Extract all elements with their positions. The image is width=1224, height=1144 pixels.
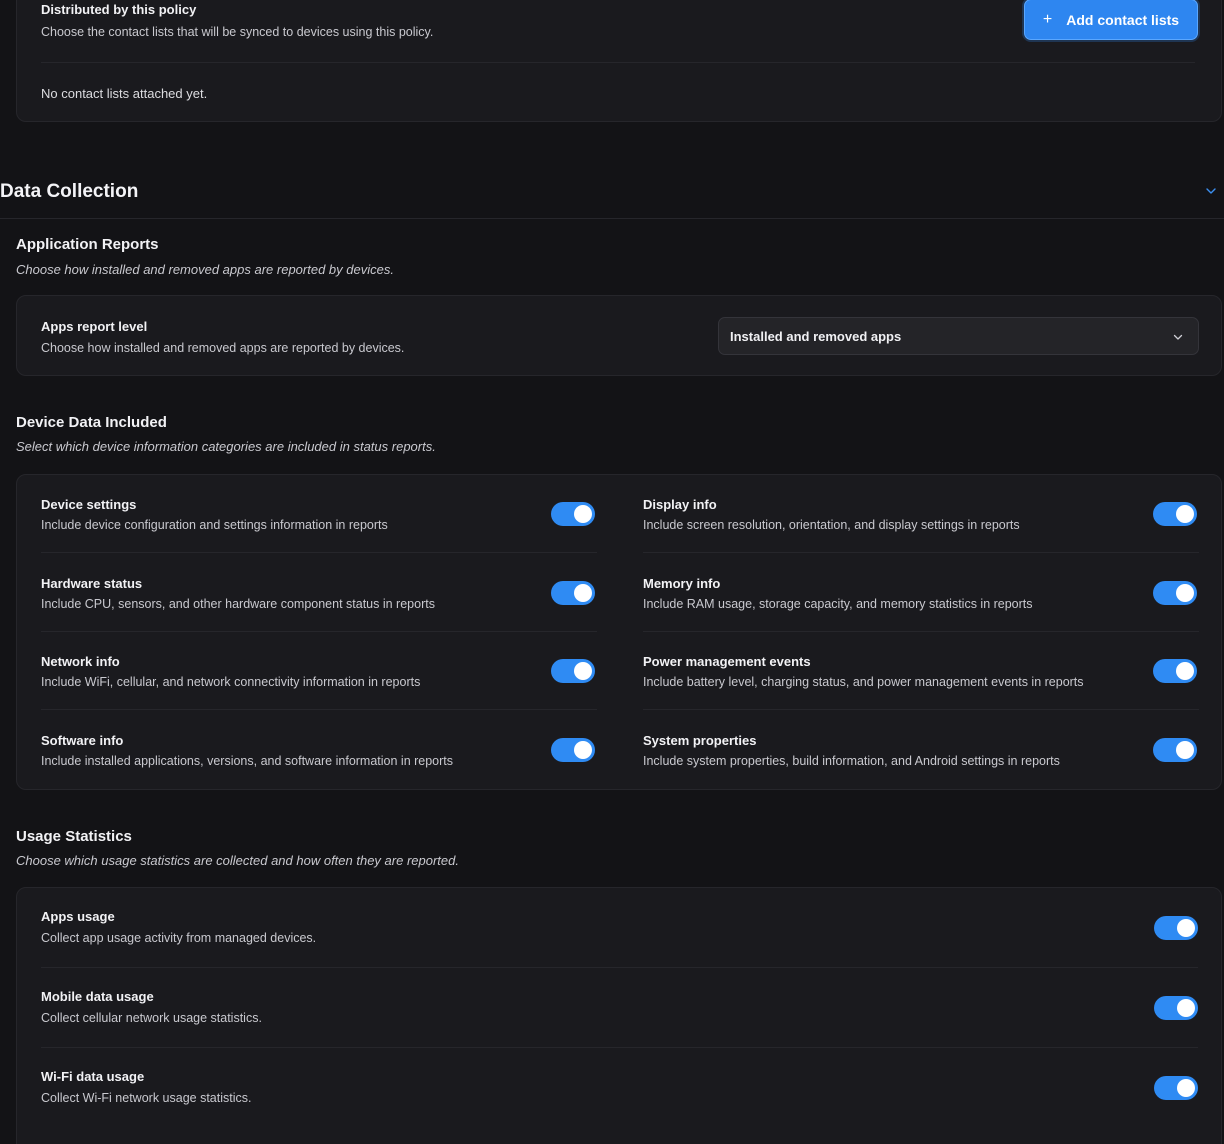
usage-item-label: Wi-Fi data usage [41,1069,145,1084]
usage-item-description: Collect Wi-Fi network usage statistics. [41,1091,252,1105]
power-management-events-toggle[interactable] [1153,659,1197,683]
device-data-item: Device settings Include device configura… [41,475,597,553]
toggle-knob [574,662,592,680]
chevron-down-icon[interactable] [1204,184,1218,198]
device-settings-toggle[interactable] [551,502,595,526]
system-properties-toggle[interactable] [1153,738,1197,762]
contact-lists-title: Distributed by this policy [41,2,197,17]
apps-report-level-label: Apps report level [41,319,148,334]
toggle-knob [1177,999,1195,1017]
toggle-knob [574,741,592,759]
device-data-item-description: Include WiFi, cellular, and network conn… [41,675,421,689]
divider [643,709,1199,710]
divider [643,552,1199,553]
divider [41,552,597,553]
chevron-down-icon [1173,334,1183,340]
apps-report-level-value: Installed and removed apps [730,329,902,344]
usage-item-description: Collect cellular network usage statistic… [41,1011,262,1025]
device-data-card: Device settings Include device configura… [16,474,1222,790]
usage-item-description: Collect app usage activity from managed … [41,931,317,945]
device-data-item: Software info Include installed applicat… [41,711,597,789]
usage-item-label: Apps usage [41,909,115,924]
usage-item: Mobile data usage Collect cellular netwo… [41,968,1198,1048]
mobile-data-usage-toggle[interactable] [1154,996,1198,1020]
toggle-knob [1176,741,1194,759]
toggle-knob [1177,919,1195,937]
policy-settings-page: Distributed by this policy Choose the co… [0,0,1224,1144]
device-data-item-label: Software info [41,733,124,748]
device-data-item: Network info Include WiFi, cellular, and… [41,632,597,710]
device-data-item-description: Include system properties, build informa… [643,754,1060,768]
contact-lists-empty-message: No contact lists attached yet. [41,86,208,101]
toggle-knob [1176,505,1194,523]
usage-statistics-title: Usage Statistics [16,828,132,845]
wifi-data-usage-toggle[interactable] [1154,1076,1198,1100]
add-contact-lists-label: Add contact lists [1066,11,1180,28]
apps-report-level-description: Choose how installed and removed apps ar… [41,341,405,355]
usage-item: Wi-Fi data usage Collect Wi-Fi network u… [41,1048,1198,1128]
device-data-item-description: Include RAM usage, storage capacity, and… [643,597,1033,611]
apps-usage-toggle[interactable] [1154,916,1198,940]
toggle-knob [574,584,592,602]
apps-report-level-select[interactable]: Installed and removed apps [718,317,1199,355]
toggle-knob [1177,1079,1195,1097]
contact-lists-card: Distributed by this policy Choose the co… [16,0,1222,122]
device-data-item: Hardware status Include CPU, sensors, an… [41,554,597,632]
device-data-item-label: Network info [41,654,120,669]
device-data-item-label: Device settings [41,497,137,512]
device-data-item-description: Include installed applications, versions… [41,754,454,768]
device-data-item: Memory info Include RAM usage, storage c… [643,554,1199,632]
data-collection-title: Data Collection [0,181,139,202]
device-data-description: Select which device information categori… [16,439,436,454]
device-data-item-description: Include CPU, sensors, and other hardware… [41,597,435,611]
device-data-title: Device Data Included [16,414,167,431]
toggle-knob [574,505,592,523]
usage-item: Apps usage Collect app usage activity fr… [41,888,1198,968]
application-reports-title: Application Reports [16,236,159,253]
apps-report-level-card: Apps report level Choose how installed a… [16,295,1222,376]
device-data-item-description: Include device configuration and setting… [41,518,388,532]
plus-icon: + [1042,10,1053,28]
usage-statistics-description: Choose which usage statistics are collec… [16,853,459,868]
contact-lists-description: Choose the contact lists that will be sy… [41,25,434,39]
hardware-status-toggle[interactable] [551,581,595,605]
toggle-knob [1176,662,1194,680]
memory-info-toggle[interactable] [1153,581,1197,605]
device-data-item: Display info Include screen resolution, … [643,475,1199,553]
section-divider [0,218,1224,219]
device-data-item-label: Memory info [643,576,721,591]
toggle-knob [1176,584,1194,602]
software-info-toggle[interactable] [551,738,595,762]
usage-statistics-card: Apps usage Collect app usage activity fr… [16,887,1222,1144]
device-data-item: Power management events Include battery … [643,632,1199,710]
add-contact-lists-button[interactable]: + Add contact lists [1024,0,1198,40]
divider [41,709,597,710]
device-data-item-label: Hardware status [41,576,143,591]
application-reports-description: Choose how installed and removed apps ar… [16,262,394,277]
display-info-toggle[interactable] [1153,502,1197,526]
usage-item-label: Mobile data usage [41,989,154,1004]
device-data-item: System properties Include system propert… [643,711,1199,789]
network-info-toggle[interactable] [551,659,595,683]
device-data-item-label: Display info [643,497,717,512]
divider [41,62,1195,63]
device-data-item-description: Include screen resolution, orientation, … [643,518,1020,532]
device-data-item-label: Power management events [643,654,811,669]
device-data-item-description: Include battery level, charging status, … [643,675,1084,689]
device-data-item-label: System properties [643,733,757,748]
